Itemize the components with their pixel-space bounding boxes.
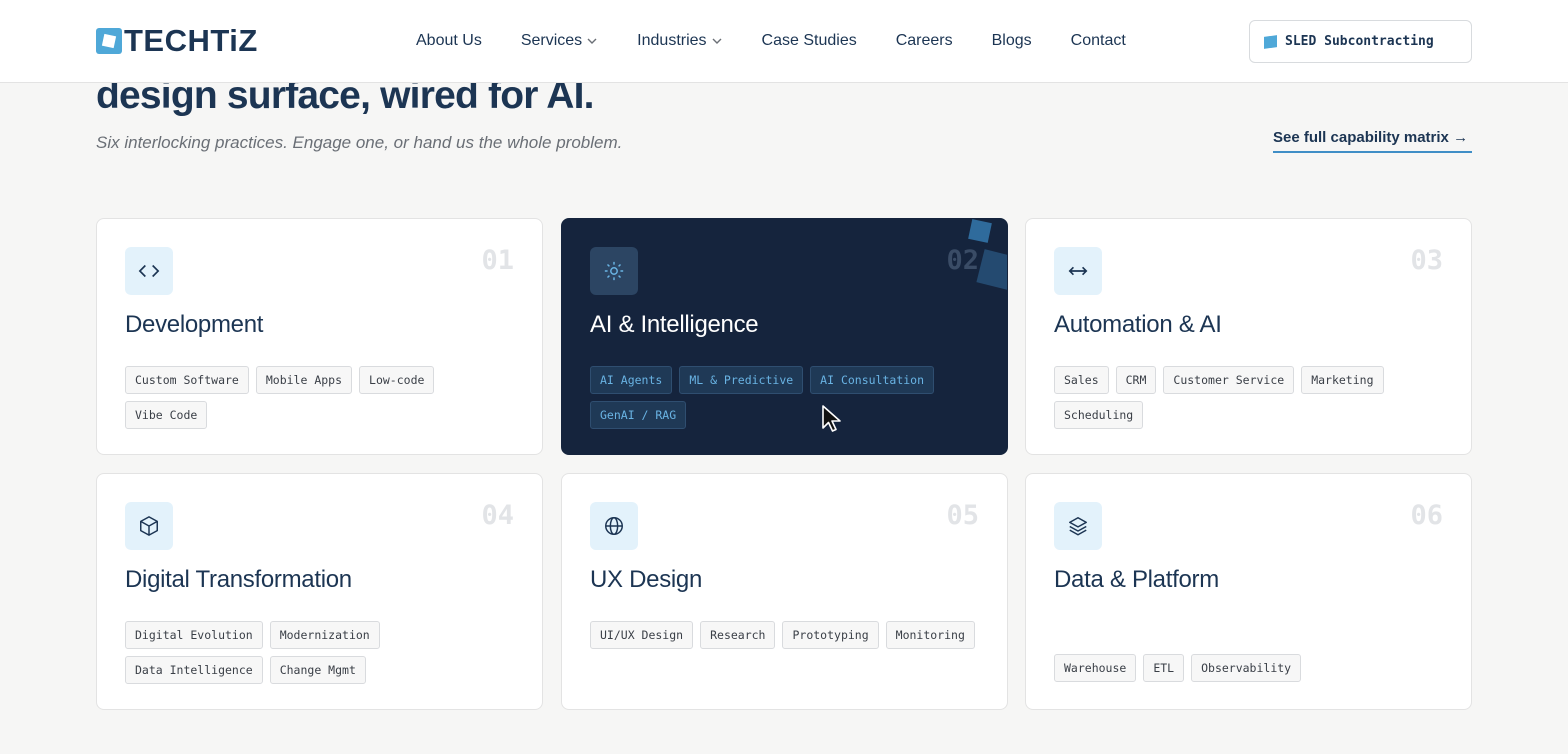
nav-label: Case Studies [761,32,857,49]
tag[interactable]: Customer Service [1163,366,1295,394]
card-number: 05 [946,500,979,531]
card-number: 03 [1410,245,1443,276]
nav-label: Contact [1070,32,1126,49]
code-icon [138,264,160,278]
tag[interactable]: Monitoring [885,621,975,649]
logo[interactable]: TECHTiZ [96,23,258,58]
arrows-icon [1068,266,1088,276]
sled-button-label: SLED Subcontracting [1285,34,1434,49]
tag[interactable]: Modernization [269,621,380,649]
card-icon-box [125,502,173,550]
tag[interactable]: Prototyping [782,621,879,649]
nav-label: Blogs [991,32,1032,49]
main-nav: About Us Services Industries Case Studie… [416,30,1165,52]
card-icon-box [125,247,173,295]
practice-card-development[interactable]: 01 Development Custom Software Mobile Ap… [96,218,543,455]
tag-list: Custom Software Mobile Apps Low-code Vib… [125,366,517,429]
nav-contact[interactable]: Contact [1071,32,1126,50]
chevron-down-icon [587,38,597,44]
card-title: UX Design [590,566,703,593]
tag[interactable]: Warehouse [1054,654,1137,682]
sun-icon [604,261,624,281]
nav-label: Industries [637,32,707,49]
practice-card-automation-ai[interactable]: 03 Automation & AI Sales CRM Customer Se… [1025,218,1472,455]
card-icon-box [590,502,638,550]
tag[interactable]: Marketing [1301,366,1384,394]
tag[interactable]: Data Intelligence [125,656,263,684]
nav-label: About Us [416,32,482,49]
tag[interactable]: Vibe Code [125,401,208,429]
tag[interactable]: CRM [1115,366,1157,394]
card-number: 02 [946,245,979,276]
tag[interactable]: ETL [1143,654,1185,682]
flag-icon [1264,34,1277,49]
tag-list: Sales CRM Customer Service Marketing Sch… [1054,366,1446,429]
section-subtitle: Six interlocking practices. Engage one, … [96,133,623,152]
tag[interactable]: Scheduling [1054,401,1144,429]
card-number: 01 [481,245,514,276]
nav-services[interactable]: Services [521,32,598,50]
nav-careers[interactable]: Careers [896,32,953,50]
cube-icon [140,516,158,536]
layers-icon [1069,517,1087,536]
practice-card-data-platform[interactable]: 06 Data & Platform Warehouse ETL Observa… [1025,473,1472,710]
nav-label: Careers [895,32,953,49]
tag[interactable]: Custom Software [125,366,249,394]
tag[interactable]: Sales [1054,366,1109,394]
tag[interactable]: AI Agents [590,366,673,394]
chevron-down-icon [712,38,722,44]
capability-matrix-link[interactable]: See full capability matrix → [1273,129,1472,153]
tag[interactable]: Research [700,621,776,649]
tag[interactable]: AI Consultation [810,366,935,394]
logo-text: TECHTiZ [124,23,258,58]
card-title: AI & Intelligence [590,311,759,338]
mouse-cursor-icon [822,405,841,432]
card-title: Digital Transformation [125,566,352,593]
tag[interactable]: Change Mgmt [269,656,366,684]
card-icon-box [1054,502,1102,550]
card-number: 06 [1410,500,1443,531]
globe-icon [605,517,623,535]
tag-list: Digital Evolution Modernization Data Int… [125,621,517,684]
nav-about-us[interactable]: About Us [416,32,482,50]
nav-case-studies[interactable]: Case Studies [762,32,857,50]
tag[interactable]: Observability [1191,654,1302,682]
tag-list: UI/UX Design Research Prototyping Monito… [590,621,982,649]
site-header: TECHTiZ About Us Services Industries Cas… [0,0,1568,83]
card-number: 04 [481,500,514,531]
practice-card-ux-design[interactable]: 05 UX Design UI/UX Design Research Proto… [561,473,1008,710]
logo-mark-icon [96,28,122,54]
nav-blogs[interactable]: Blogs [992,32,1032,50]
practice-card-digital-transformation[interactable]: 04 Digital Transformation Digital Evolut… [96,473,543,710]
tag[interactable]: UI/UX Design [590,621,694,649]
decorative-square [976,249,1007,291]
tag[interactable]: GenAI / RAG [590,401,687,429]
tag[interactable]: Mobile Apps [255,366,353,394]
tag[interactable]: ML & Predictive [679,366,804,394]
card-icon-box [1054,247,1102,295]
tag[interactable]: Digital Evolution [125,621,263,649]
card-title: Data & Platform [1054,566,1219,593]
nav-label: Services [520,32,583,49]
nav-industries[interactable]: Industries [637,32,722,50]
card-title: Development [125,311,264,338]
tag[interactable]: Low-code [359,366,435,394]
sled-subcontracting-button[interactable]: SLED Subcontracting [1249,20,1472,63]
practice-card-ai-intelligence[interactable]: 02 AI & Intelligence AI Agents ML & Pred… [561,218,1008,455]
tag-list: AI Agents ML & Predictive AI Consultatio… [590,366,982,429]
card-icon-box [590,247,638,295]
decorative-square [968,219,992,243]
tag-list: Warehouse ETL Observability [1054,654,1446,682]
card-title: Automation & AI [1054,311,1222,338]
